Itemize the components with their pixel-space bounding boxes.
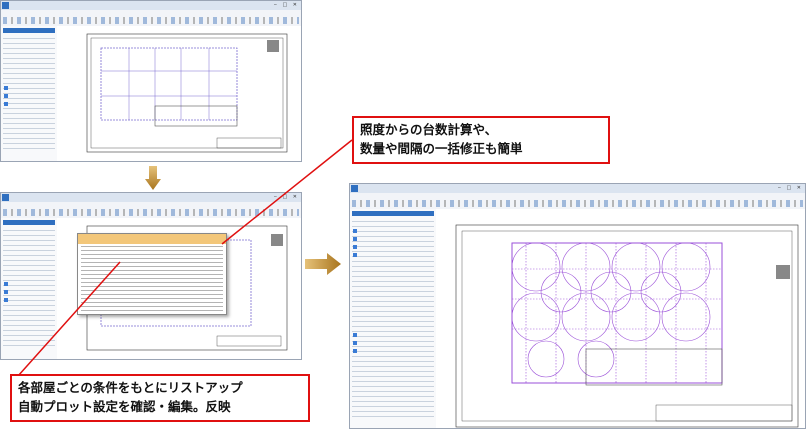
callout-connectors [17,139,353,377]
callout-calculation: 照度からの台数計算や、 数量や間隔の一括修正も簡単 [352,116,610,164]
callout-room-conditions-line1: 各部屋ごとの条件をもとにリストアップ [18,380,243,395]
callout-calculation-line2: 数量や間隔の一括修正も簡単 [360,141,523,156]
callout-room-conditions-line2: 自動プロット設定を確認・編集。反映 [18,399,231,414]
callout-calculation-line1: 照度からの台数計算や、 [360,122,498,137]
callout-room-conditions: 各部屋ごとの条件をもとにリストアップ 自動プロット設定を確認・編集。反映 [10,374,310,422]
